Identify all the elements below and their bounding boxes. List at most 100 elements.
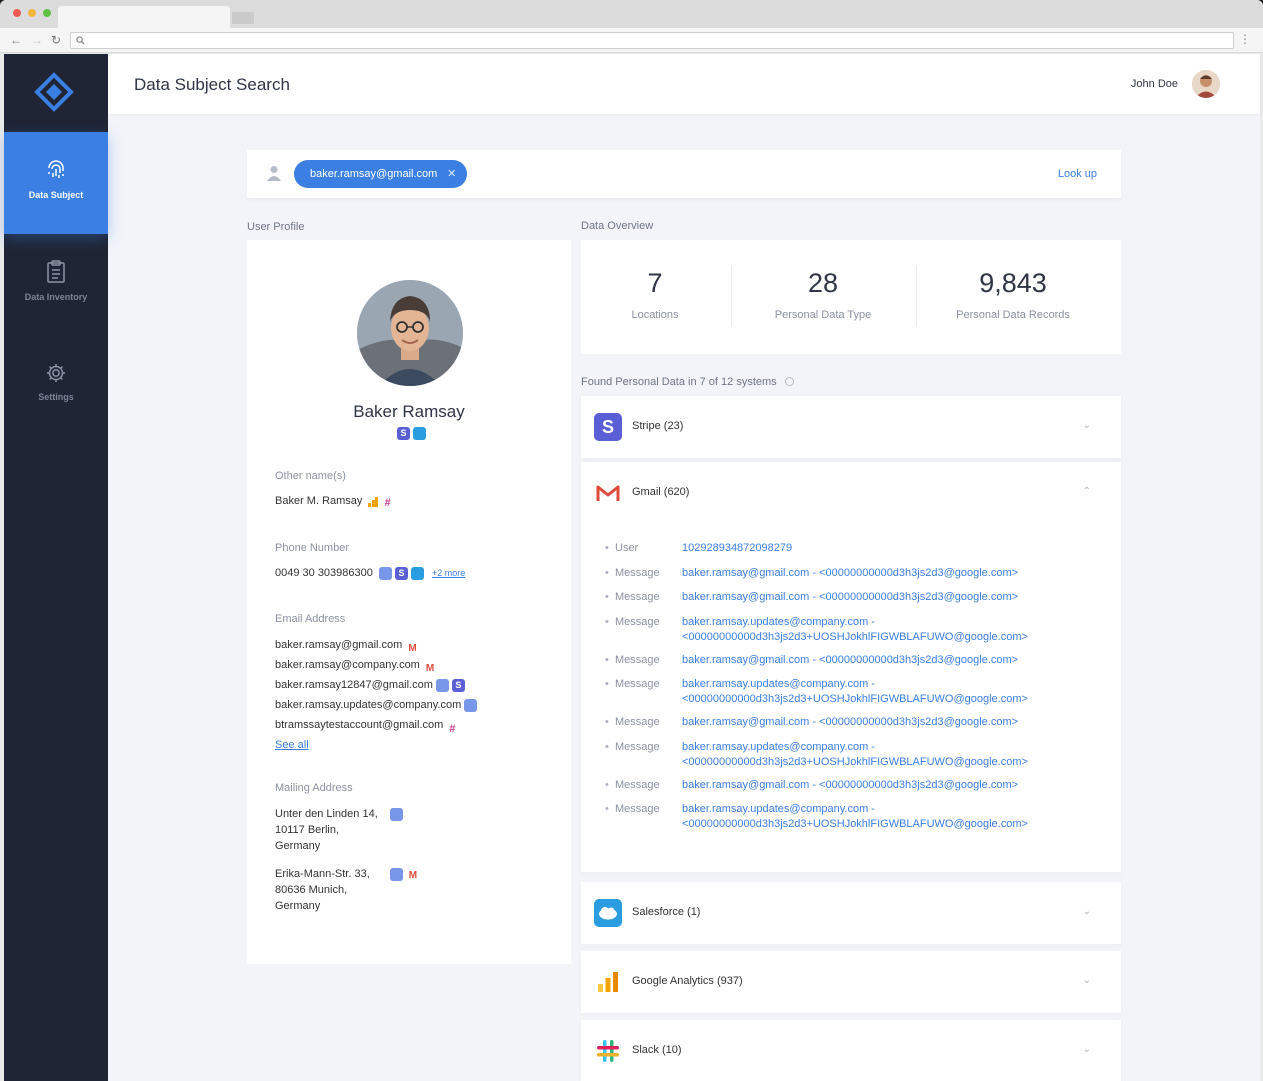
bullet-icon: • [605,653,609,666]
stat-locations: 7 Locations [581,240,729,354]
reload-icon[interactable]: ↻ [51,33,61,47]
record-label: Message [615,778,660,791]
maximize-window-icon[interactable] [43,9,51,17]
slack-icon: # [449,722,456,735]
record-value[interactable]: baker.ramsay.updates@company.com - <00000… [682,615,1028,645]
stat-records: 9,843 Personal Data Records [919,240,1107,354]
stripe-icon: S [451,678,465,692]
browser-tab[interactable] [58,6,230,28]
chevron-up-icon[interactable]: ⌃ [1083,486,1091,497]
phone-label: Phone Number [275,542,349,554]
bullet-icon: • [605,740,609,753]
calendar-icon [435,678,449,692]
record-label: Message [615,678,660,690]
email-item: baker.ramsay12847@gmail.com S [275,675,477,695]
bullet-icon: • [605,678,609,690]
system-header[interactable]: Slack (10) ⌄ [581,1020,1121,1081]
system-card-slack[interactable]: Slack (10) ⌄ [581,1020,1121,1081]
chevron-down-icon[interactable]: ⌄ [1083,420,1091,431]
system-name: Google Analytics (937) [632,975,743,987]
name-source-badges: S [394,426,426,441]
other-name-text: Baker M. Ramsay [275,495,363,507]
sidebar-item-data-inventory[interactable]: Data Inventory [4,234,108,336]
system-name: Gmail (620) [632,486,690,498]
other-names-label: Other name(s) [275,470,346,482]
minimize-window-icon[interactable] [28,9,36,17]
record-value[interactable]: baker.ramsay@gmail.com - <00000000000d3h… [682,566,1018,581]
record-label: Message [615,803,660,815]
record-value[interactable]: baker.ramsay.updates@company.com - <00000… [682,740,1028,770]
person-icon [267,166,281,181]
phone-more-link[interactable]: +2 more [432,568,465,578]
stat-value: 7 [647,268,663,298]
system-header[interactable]: Google Analytics (937) ⌄ [581,951,1121,1013]
slack-logo-icon [597,1040,619,1062]
svg-text:S: S [602,417,614,437]
calendar-icon [389,807,403,821]
record-value[interactable]: baker.ramsay.updates@company.com - <00000… [682,802,1028,832]
email-item: btramssaytestaccount@gmail.com # [275,715,477,735]
sidebar: Data Subject Data Inventory Settings [4,54,108,1081]
chevron-down-icon[interactable]: ⌄ [1083,1044,1091,1055]
record-value[interactable]: baker.ramsay@gmail.com - <00000000000d3h… [682,715,1018,730]
system-header[interactable]: Salesforce (1) ⌄ [581,882,1121,944]
salesforce-logo-icon [594,899,622,927]
search-chip[interactable]: baker.ramsay@gmail.com ✕ [294,160,468,188]
app-logo-icon[interactable] [34,72,74,112]
calendar-icon [378,566,392,580]
system-card-gmail: Gmail (620) ⌃ • User 102928934872098279 • Me… [581,462,1121,872]
system-card-stripe[interactable]: S Stripe (23) ⌄ [581,396,1121,458]
record-value[interactable]: 102928934872098279 [682,541,792,556]
browser-window: ← → ↻ ⋮ Data Subject Data Inventory Sett… [0,0,1263,1081]
lookup-button[interactable]: Look up [1058,168,1097,180]
close-window-icon[interactable] [13,9,21,17]
system-card-salesforce[interactable]: Salesforce (1) ⌄ [581,882,1121,944]
address-bar[interactable] [70,32,1234,49]
sidebar-item-label: Settings [38,392,74,402]
stat-label: Personal Data Records [956,309,1070,321]
record-value[interactable]: baker.ramsay.updates@company.com - <00000… [682,677,1028,707]
sidebar-item-data-subject[interactable]: Data Subject [4,132,108,234]
app-root: Data Subject Data Inventory Settings Dat… [4,54,1260,1081]
user-name[interactable]: John Doe [1131,78,1178,90]
sidebar-item-settings[interactable]: Settings [4,336,108,438]
stripe-logo-icon: S [594,413,622,441]
stat-divider [916,266,917,326]
browser-menu-icon[interactable]: ⋮ [1239,32,1251,46]
gmail-icon: M [425,662,435,674]
chevron-down-icon[interactable]: ⌄ [1083,906,1091,917]
system-card-google-analytics[interactable]: Google Analytics (937) ⌄ [581,951,1121,1013]
user-avatar[interactable] [1192,70,1220,98]
see-all-link[interactable]: See all [275,739,309,751]
record-value[interactable]: baker.ramsay@gmail.com - <00000000000d3h… [682,778,1018,793]
email-item: baker.ramsay@gmail.com M [275,635,477,655]
user-profile-heading: User Profile [247,221,305,233]
system-header[interactable]: Gmail (620) ⌃ [581,462,1121,524]
system-header[interactable]: S Stripe (23) ⌄ [581,396,1121,458]
email-item: baker.ramsay@company.com M [275,655,477,675]
search-chip-label: baker.ramsay@gmail.com [310,168,438,180]
forward-arrow-icon[interactable]: → [31,33,43,47]
mailing-label: Mailing Address [275,782,353,794]
page-title: Data Subject Search [134,75,290,94]
stat-label: Locations [631,309,679,321]
gear-icon [47,364,65,382]
back-arrow-icon[interactable]: ← [10,33,22,47]
data-overview-heading: Data Overview [581,220,654,232]
found-systems-heading: Found Personal Data in 7 of 12 systems [581,376,794,388]
phone-value: 0049 30 303986300 S +2 more [275,565,465,581]
sidebar-item-label: Data Inventory [24,292,88,302]
record-label: Message [615,566,660,579]
close-icon[interactable]: ✕ [447,160,456,188]
new-tab-button[interactable] [232,12,254,24]
record-label: Message [615,591,660,603]
info-icon[interactable] [784,377,794,386]
bullet-icon: • [605,591,609,603]
record-value[interactable]: baker.ramsay@gmail.com - <00000000000d3h… [682,590,1018,605]
chevron-down-icon[interactable]: ⌄ [1083,975,1091,986]
record-value[interactable]: baker.ramsay@gmail.com - <00000000000d3h… [682,653,1018,668]
sidebar-item-label: Data Subject [28,190,84,200]
salesforce-icon [413,427,426,441]
slack-icon: # [384,496,391,509]
gmail-logo-icon [596,485,620,501]
